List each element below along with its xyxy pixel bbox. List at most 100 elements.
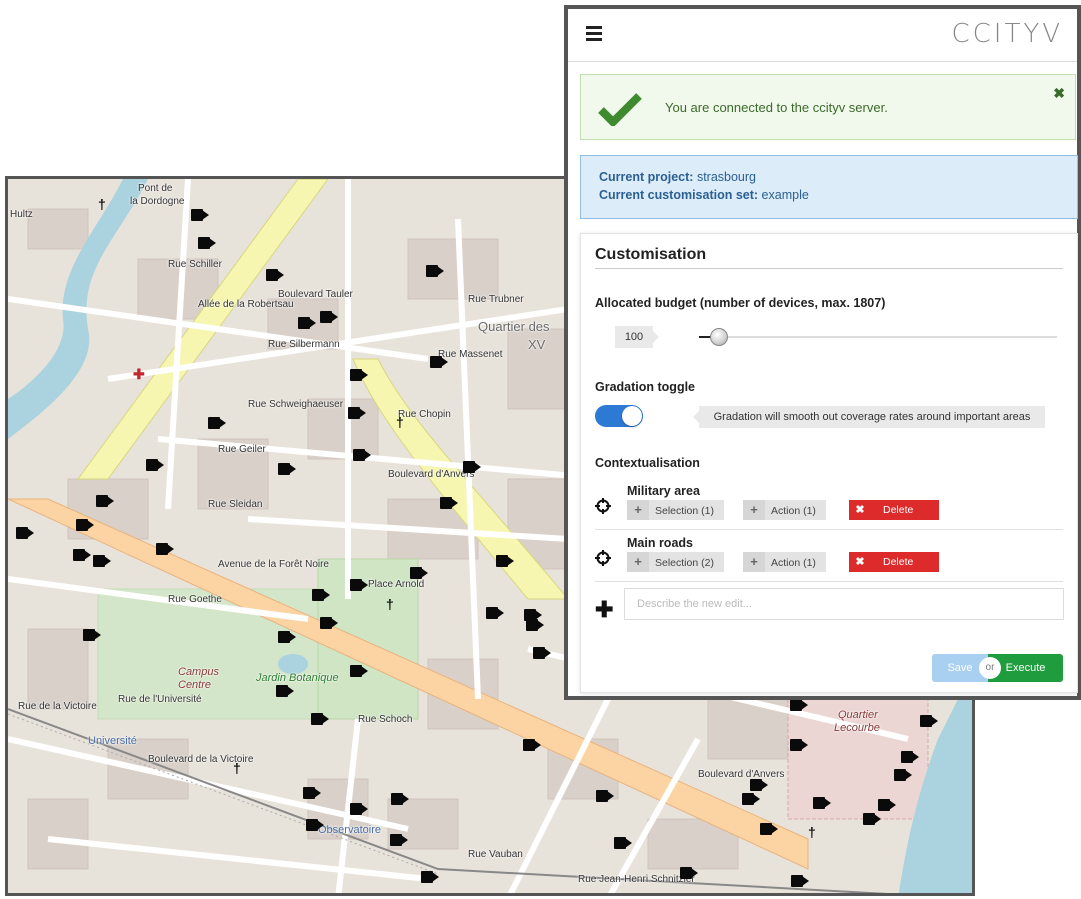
plus-icon: + bbox=[627, 552, 649, 572]
success-message: You are connected to the ccityv server. bbox=[665, 100, 888, 115]
camera-icon[interactable] bbox=[146, 459, 164, 471]
new-edit-input[interactable] bbox=[624, 588, 1064, 620]
camera-icon[interactable] bbox=[83, 629, 101, 641]
camera-icon[interactable] bbox=[878, 799, 896, 811]
camera-icon[interactable] bbox=[440, 497, 458, 509]
selection-button[interactable]: + Selection (2) bbox=[627, 552, 724, 572]
success-alert: You are connected to the ccityv server. … bbox=[580, 74, 1076, 140]
camera-icon[interactable] bbox=[496, 555, 514, 567]
app-logo: CCITYV bbox=[951, 19, 1063, 49]
camera-icon[interactable] bbox=[680, 867, 698, 879]
selection-label: Selection (1) bbox=[655, 505, 714, 517]
camera-icon[interactable] bbox=[266, 269, 284, 281]
camera-icon[interactable] bbox=[790, 739, 808, 751]
camera-icon[interactable] bbox=[276, 685, 294, 697]
camera-icon[interactable] bbox=[320, 617, 338, 629]
delete-label: Delete bbox=[883, 504, 914, 516]
add-edit-icon[interactable]: ✚ bbox=[595, 599, 613, 621]
camera-icon[interactable] bbox=[76, 519, 94, 531]
camera-icon[interactable] bbox=[533, 647, 551, 659]
camera-icon[interactable] bbox=[312, 589, 330, 601]
crosshair-icon[interactable] bbox=[595, 498, 611, 514]
camera-icon[interactable] bbox=[791, 875, 809, 887]
camera-icon[interactable] bbox=[920, 715, 938, 727]
budget-value: 100 bbox=[615, 326, 659, 348]
camera-icon[interactable] bbox=[894, 769, 912, 781]
action-button[interactable]: + Action (1) bbox=[743, 552, 826, 572]
camera-icon[interactable] bbox=[320, 311, 338, 323]
camera-icon[interactable] bbox=[348, 407, 366, 419]
delete-button[interactable]: ✖ Delete bbox=[849, 500, 939, 520]
camera-icon[interactable] bbox=[421, 871, 439, 883]
camera-icon[interactable] bbox=[486, 607, 504, 619]
map-label: Rue Schoch bbox=[358, 714, 413, 725]
hamburger-menu-icon[interactable] bbox=[586, 26, 602, 41]
map-label: Rue Jean-Henri Schnitzler bbox=[578, 874, 695, 885]
camera-icon[interactable] bbox=[198, 237, 216, 249]
delete-button[interactable]: ✖ Delete bbox=[849, 552, 939, 572]
close-icon[interactable]: ✖ bbox=[1053, 85, 1065, 102]
camera-icon[interactable] bbox=[298, 317, 316, 329]
camera-icon[interactable] bbox=[760, 823, 778, 835]
customisation-set-label: Current customisation set: bbox=[599, 188, 759, 202]
camera-icon[interactable] bbox=[463, 461, 481, 473]
camera-icon[interactable] bbox=[523, 739, 541, 751]
camera-icon[interactable] bbox=[426, 265, 444, 277]
map-label: Campus bbox=[178, 666, 219, 678]
camera-icon[interactable] bbox=[350, 369, 368, 381]
camera-icon[interactable] bbox=[750, 779, 768, 791]
selection-button[interactable]: + Selection (1) bbox=[627, 500, 724, 520]
gradation-toggle[interactable] bbox=[595, 405, 643, 427]
camera-icon[interactable] bbox=[96, 495, 114, 507]
map-label: Boulevard d'Anvers bbox=[388, 469, 475, 480]
camera-icon[interactable] bbox=[303, 787, 321, 799]
church-icon: † bbox=[233, 760, 241, 776]
camera-icon[interactable] bbox=[350, 803, 368, 815]
camera-icon[interactable] bbox=[350, 665, 368, 677]
checkmark-icon bbox=[598, 93, 642, 126]
gradation-label: Gradation toggle bbox=[595, 380, 695, 394]
camera-icon[interactable] bbox=[191, 209, 209, 221]
camera-icon[interactable] bbox=[156, 543, 174, 555]
action-label: Action (1) bbox=[771, 557, 816, 569]
camera-icon[interactable] bbox=[208, 417, 226, 429]
camera-icon[interactable] bbox=[614, 837, 632, 849]
crosshair-icon[interactable] bbox=[595, 550, 611, 566]
camera-icon[interactable] bbox=[93, 555, 111, 567]
camera-icon[interactable] bbox=[390, 834, 408, 846]
camera-icon[interactable] bbox=[73, 549, 91, 561]
map-label: Rue Chopin bbox=[398, 409, 451, 420]
camera-icon[interactable] bbox=[16, 527, 34, 539]
camera-icon[interactable] bbox=[410, 567, 428, 579]
budget-slider[interactable] bbox=[699, 328, 1057, 346]
map-label: Centre bbox=[178, 679, 212, 691]
budget-slider-thumb[interactable] bbox=[709, 328, 728, 346]
map-label: la Dordogne bbox=[130, 196, 185, 207]
camera-icon[interactable] bbox=[306, 819, 324, 831]
camera-icon[interactable] bbox=[278, 631, 296, 643]
camera-icon[interactable] bbox=[863, 813, 881, 825]
camera-icon[interactable] bbox=[901, 751, 919, 763]
camera-icon[interactable] bbox=[742, 793, 760, 805]
camera-icon[interactable] bbox=[353, 449, 371, 461]
camera-icon[interactable] bbox=[350, 579, 368, 591]
camera-icon[interactable] bbox=[813, 797, 831, 809]
edit-name: Main roads bbox=[627, 536, 693, 550]
action-button[interactable]: + Action (1) bbox=[743, 500, 826, 520]
camera-icon[interactable] bbox=[524, 609, 542, 621]
camera-icon[interactable] bbox=[311, 713, 329, 725]
camera-icon[interactable] bbox=[790, 699, 808, 711]
selection-label: Selection (2) bbox=[655, 557, 714, 569]
camera-icon[interactable] bbox=[391, 793, 409, 805]
customisation-set-value: example bbox=[761, 188, 809, 202]
close-icon: ✖ bbox=[849, 500, 871, 520]
camera-icon[interactable] bbox=[430, 356, 448, 368]
camera-icon[interactable] bbox=[278, 463, 296, 475]
camera-icon[interactable] bbox=[596, 790, 614, 802]
map-label: Avenue de la Forêt Noire bbox=[218, 559, 329, 570]
map-label: Quartier bbox=[838, 709, 878, 721]
church-icon: † bbox=[386, 596, 394, 612]
delete-label: Delete bbox=[883, 556, 914, 568]
map-label: Allée de la Robertsau bbox=[198, 299, 294, 310]
map-label: Pont de bbox=[138, 183, 173, 194]
